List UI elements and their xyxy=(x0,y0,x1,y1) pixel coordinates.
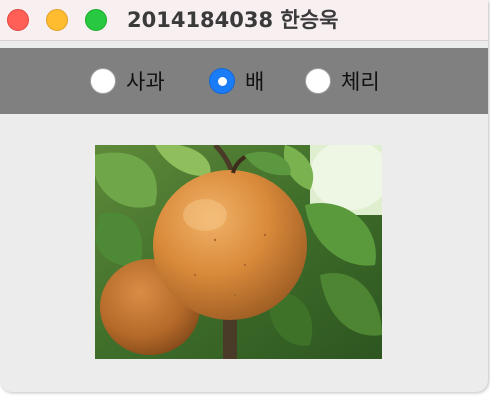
maximize-button[interactable] xyxy=(85,9,107,31)
radio-button-pear[interactable] xyxy=(209,68,235,94)
fruit-radio-group: 사과 배 체리 xyxy=(0,48,488,114)
title-bar: 2014184038 한승욱 xyxy=(0,0,488,41)
radio-button-apple[interactable] xyxy=(90,68,116,94)
radio-label-cherry[interactable]: 체리 xyxy=(341,66,380,96)
radio-option-pear[interactable]: 배 xyxy=(209,48,264,114)
pear-photo-icon xyxy=(95,145,382,359)
fruit-image xyxy=(95,145,382,359)
radio-button-cherry[interactable] xyxy=(305,68,331,94)
close-button[interactable] xyxy=(7,9,29,31)
radio-label-apple[interactable]: 사과 xyxy=(126,66,165,96)
minimize-button[interactable] xyxy=(46,9,68,31)
window-title: 2014184038 한승욱 xyxy=(127,8,339,32)
radio-label-pear[interactable]: 배 xyxy=(245,66,264,96)
radio-option-cherry[interactable]: 체리 xyxy=(305,48,380,114)
app-window: 2014184038 한승욱 사과 배 체리 xyxy=(0,0,488,392)
radio-option-apple[interactable]: 사과 xyxy=(90,48,165,114)
